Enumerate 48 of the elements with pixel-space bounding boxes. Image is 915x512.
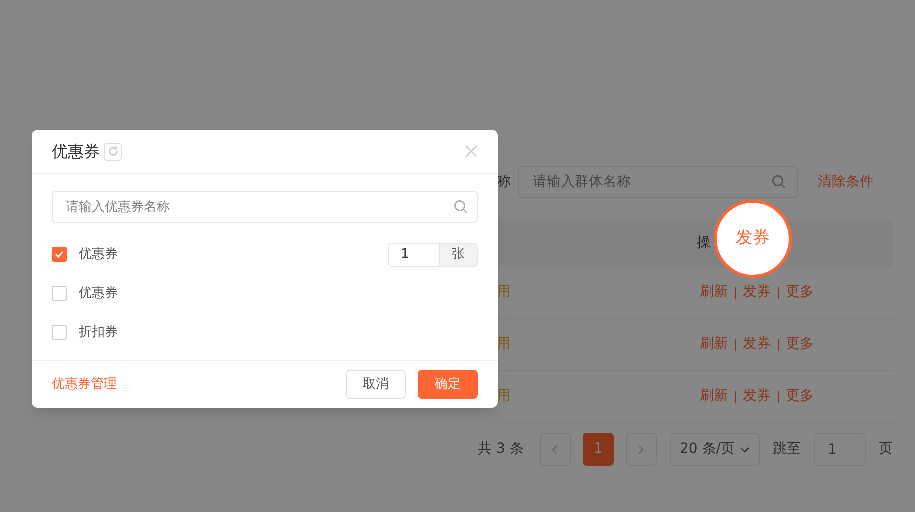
action-link[interactable]: 发券 — [743, 282, 771, 303]
chevron-left-icon — [552, 444, 558, 454]
action-link[interactable]: 更多 — [786, 386, 814, 407]
coupon-search-field[interactable]: 请输入优惠券名称 — [52, 191, 478, 223]
close-icon — [464, 145, 478, 158]
page-suffix: 页 — [879, 440, 893, 459]
dialog-title: 优惠券 — [52, 140, 100, 162]
search-icon — [772, 175, 786, 189]
status-text: 用 — [497, 335, 512, 354]
quantity-field[interactable]: 1 — [388, 242, 440, 266]
confirm-button[interactable]: 确定 — [418, 370, 478, 399]
page-button[interactable]: 1 — [582, 433, 614, 466]
filter-label: 称 — [497, 172, 512, 192]
tooltip-text: 发券 — [736, 227, 770, 250]
action-link[interactable]: 发券 — [743, 334, 771, 355]
coupon-label: 优惠券 — [79, 284, 118, 303]
coupon-label: 折扣券 — [79, 324, 118, 342]
coupon-management-link[interactable]: 优惠券管理 — [52, 374, 117, 394]
chevron-right-icon — [638, 444, 644, 454]
clear-filters-link[interactable]: 清除条件 — [818, 172, 874, 192]
checkbox[interactable] — [52, 286, 67, 301]
checkbox[interactable] — [52, 247, 67, 262]
action-link[interactable]: 刷新 — [700, 334, 728, 355]
refresh-icon — [108, 146, 118, 157]
check-icon — [55, 251, 64, 258]
next-page-button[interactable] — [626, 433, 658, 466]
close-button[interactable] — [464, 144, 478, 158]
action-link[interactable]: 刷新 — [700, 386, 728, 407]
chevron-down-icon — [740, 446, 750, 452]
action-link[interactable]: 更多 — [786, 282, 814, 303]
page-size-select[interactable]: 20 条/页 — [670, 433, 760, 466]
total-count: 共 3 条 — [478, 440, 524, 459]
refresh-button[interactable] — [104, 142, 122, 160]
action-link[interactable]: 发券 — [743, 386, 771, 407]
jump-label: 跳至 — [773, 440, 801, 459]
unit-label: 张 — [440, 242, 478, 266]
status-text: 用 — [497, 387, 512, 406]
checkbox[interactable] — [52, 325, 67, 340]
status-text: 用 — [497, 283, 512, 302]
previous-page-button[interactable] — [540, 433, 571, 466]
cancel-button[interactable]: 取消 — [346, 370, 406, 399]
action-link[interactable]: 更多 — [786, 334, 814, 355]
coupon-label: 优惠券 — [79, 246, 118, 264]
page-jump-field[interactable]: 1 — [814, 433, 866, 466]
column-header: 操 — [697, 234, 711, 253]
search-icon — [454, 200, 468, 214]
search-field[interactable]: 请输入群体名称 — [518, 166, 798, 198]
action-link[interactable]: 刷新 — [700, 282, 728, 303]
